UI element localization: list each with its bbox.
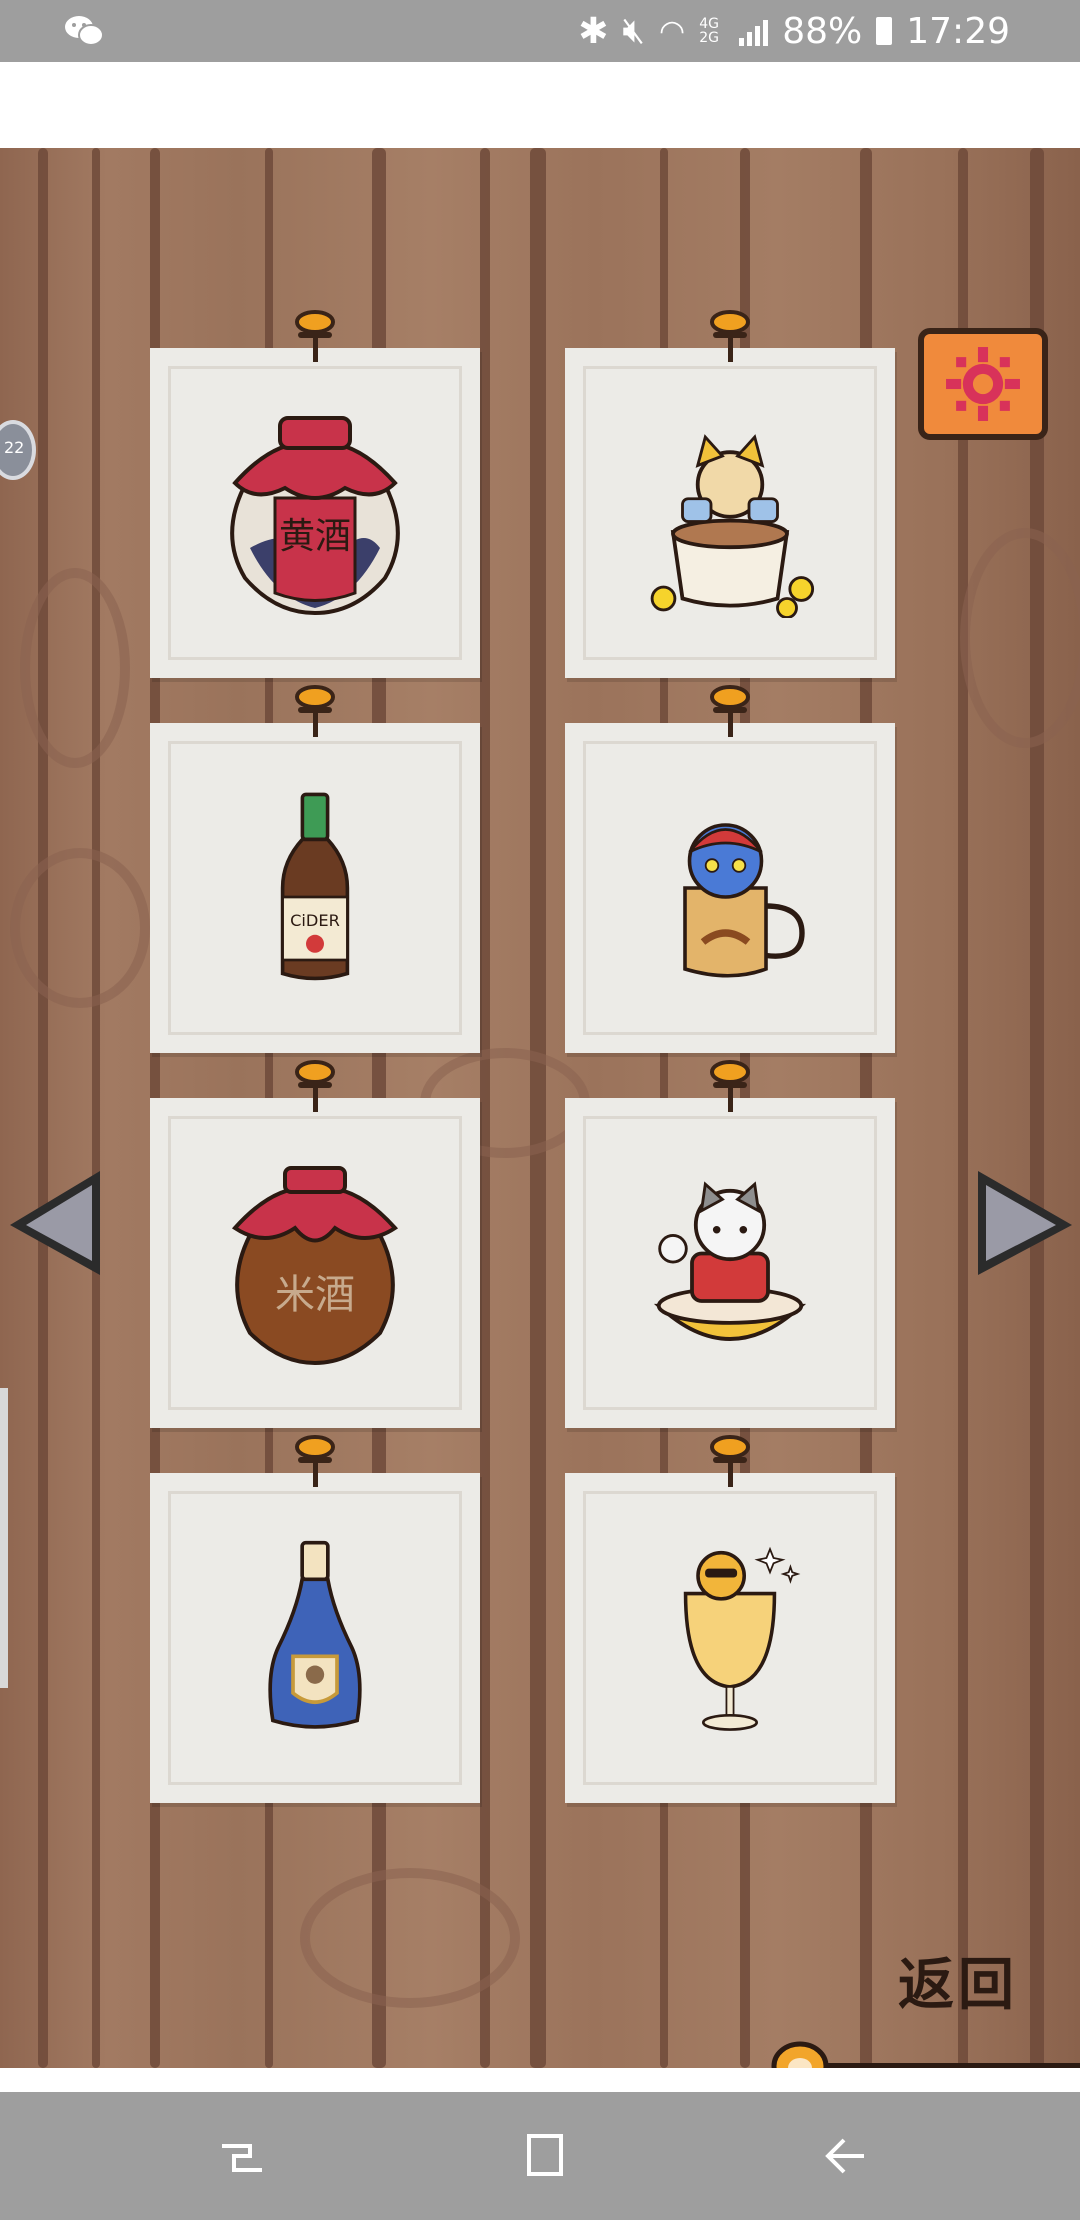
game-canvas: 22 黄酒 CiDER 米酒 返回	[0, 148, 1080, 2068]
settings-button[interactable]	[918, 328, 1048, 440]
pin-icon	[295, 310, 335, 362]
wechat-icon	[65, 16, 104, 46]
collection-card-3[interactable]: CiDER	[150, 685, 480, 1053]
yellow-wine-jar-icon: 黄酒	[230, 416, 400, 616]
cat-in-beer-mug-icon	[683, 823, 805, 978]
wifi-icon: ◠	[659, 13, 686, 49]
collection-card-2[interactable]	[565, 310, 895, 678]
blue-liquor-bottle-icon	[268, 1540, 362, 1729]
status-bar: ✱ 🔇︎ ◠ 4G 2G 88% 17:29	[0, 0, 1080, 62]
network-type: 4G 2G	[699, 16, 719, 46]
pin-icon	[295, 1435, 335, 1487]
cider-bottle-icon: CiDER	[280, 792, 350, 981]
prev-page-arrow[interactable]	[0, 1163, 120, 1283]
gear-icon	[946, 347, 1020, 421]
pin-icon	[710, 685, 750, 737]
svg-text:米酒: 米酒	[275, 1272, 355, 1318]
collection-card-6[interactable]	[565, 1060, 895, 1428]
cat-in-champagne-glass-icon	[683, 1546, 801, 1731]
side-float-badge[interactable]: 22	[0, 420, 36, 480]
back-button-label: 返回	[898, 1953, 1018, 2018]
battery-icon	[876, 17, 893, 45]
back-nav-icon[interactable]	[818, 2126, 878, 2186]
collection-card-5[interactable]: 米酒	[150, 1060, 480, 1428]
back-button[interactable]	[730, 2026, 1080, 2068]
pin-icon	[710, 1060, 750, 1112]
rice-wine-jar-icon: 米酒	[231, 1166, 399, 1366]
battery-percent: 88%	[782, 10, 863, 52]
collection-card-4[interactable]	[565, 685, 895, 1053]
pin-icon	[295, 1060, 335, 1112]
clock: 17:29	[906, 10, 1010, 52]
svg-text:黄酒: 黄酒	[279, 516, 351, 557]
bluetooth-icon: ✱	[578, 10, 609, 52]
cat-in-porridge-bowl-icon	[653, 1181, 807, 1341]
edge-handle[interactable]	[0, 1388, 8, 1688]
next-page-arrow[interactable]	[968, 1163, 1080, 1283]
pin-icon	[710, 1435, 750, 1487]
collection-card-8[interactable]	[565, 1435, 895, 1803]
mute-icon: 🔇︎	[622, 10, 646, 51]
recent-apps-icon[interactable]	[212, 2126, 272, 2186]
home-icon[interactable]	[515, 2126, 575, 2186]
pin-icon	[295, 685, 335, 737]
svg-text:CiDER: CiDER	[290, 911, 340, 930]
collection-card-1[interactable]: 黄酒	[150, 310, 480, 678]
bottom-spacer	[0, 2068, 1080, 2092]
signal-icon	[739, 16, 769, 46]
system-nav-bar	[0, 2092, 1080, 2220]
top-spacer	[0, 62, 1080, 148]
cat-in-gold-cup-icon	[650, 434, 815, 618]
pin-icon	[710, 310, 750, 362]
collection-card-7[interactable]	[150, 1435, 480, 1803]
